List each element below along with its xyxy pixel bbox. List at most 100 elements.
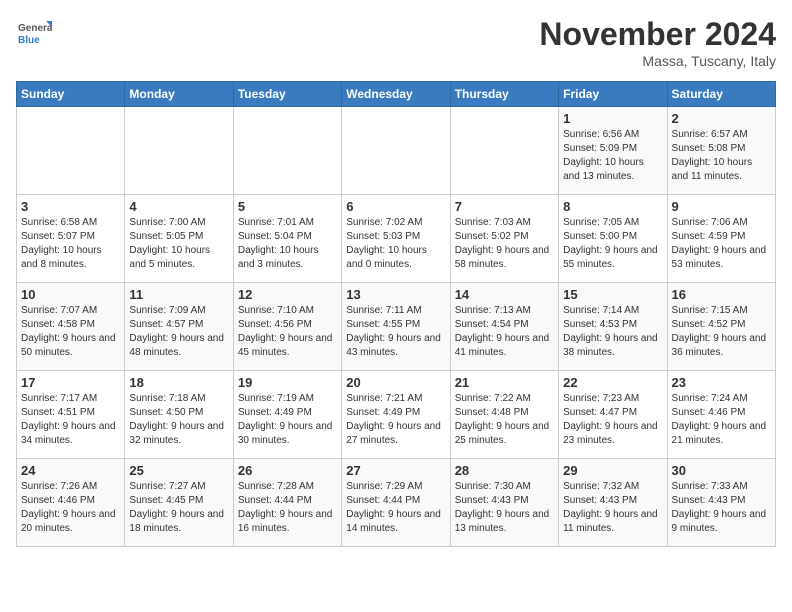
day-info: Sunrise: 7:07 AM Sunset: 4:58 PM Dayligh… (21, 304, 120, 360)
calendar-cell: 2 Sunrise: 6:57 AM Sunset: 5:08 PM Daylig… (667, 107, 775, 195)
day-number: 14 (455, 287, 554, 302)
day-number: 27 (346, 463, 445, 478)
day-info: Sunrise: 7:13 AM Sunset: 4:54 PM Dayligh… (455, 304, 554, 360)
day-number: 8 (563, 199, 662, 214)
month-title: November 2024 (539, 16, 776, 53)
calendar-cell: 14 Sunrise: 7:13 AM Sunset: 4:54 PM Dayli… (450, 283, 558, 371)
day-info: Sunrise: 7:30 AM Sunset: 4:43 PM Dayligh… (455, 480, 554, 536)
day-number: 13 (346, 287, 445, 302)
day-info: Sunrise: 6:56 AM Sunset: 5:09 PM Dayligh… (563, 128, 662, 184)
day-number: 9 (672, 199, 771, 214)
day-number: 24 (21, 463, 120, 478)
day-info: Sunrise: 7:06 AM Sunset: 4:59 PM Dayligh… (672, 216, 771, 272)
day-info: Sunrise: 7:15 AM Sunset: 4:52 PM Dayligh… (672, 304, 771, 360)
weekday-header-sunday: Sunday (17, 82, 125, 107)
calendar-cell: 9 Sunrise: 7:06 AM Sunset: 4:59 PM Daylig… (667, 195, 775, 283)
day-number: 12 (238, 287, 337, 302)
day-number: 7 (455, 199, 554, 214)
calendar-cell: 22 Sunrise: 7:23 AM Sunset: 4:47 PM Dayli… (559, 371, 667, 459)
calendar-cell (125, 107, 233, 195)
calendar-table: SundayMondayTuesdayWednesdayThursdayFrid… (16, 81, 776, 547)
page-header: General Blue November 2024 Massa, Tuscan… (16, 16, 776, 69)
day-info: Sunrise: 7:21 AM Sunset: 4:49 PM Dayligh… (346, 392, 445, 448)
calendar-cell: 3 Sunrise: 6:58 AM Sunset: 5:07 PM Daylig… (17, 195, 125, 283)
calendar-week-4: 17 Sunrise: 7:17 AM Sunset: 4:51 PM Dayli… (17, 371, 776, 459)
weekday-header-saturday: Saturday (667, 82, 775, 107)
day-info: Sunrise: 6:58 AM Sunset: 5:07 PM Dayligh… (21, 216, 120, 272)
day-number: 3 (21, 199, 120, 214)
calendar-cell: 17 Sunrise: 7:17 AM Sunset: 4:51 PM Dayli… (17, 371, 125, 459)
weekday-header-row: SundayMondayTuesdayWednesdayThursdayFrid… (17, 82, 776, 107)
day-number: 6 (346, 199, 445, 214)
calendar-cell: 15 Sunrise: 7:14 AM Sunset: 4:53 PM Dayli… (559, 283, 667, 371)
day-info: Sunrise: 7:17 AM Sunset: 4:51 PM Dayligh… (21, 392, 120, 448)
day-number: 1 (563, 111, 662, 126)
calendar-cell: 24 Sunrise: 7:26 AM Sunset: 4:46 PM Dayli… (17, 459, 125, 547)
day-number: 20 (346, 375, 445, 390)
location-subtitle: Massa, Tuscany, Italy (539, 53, 776, 69)
day-number: 19 (238, 375, 337, 390)
calendar-week-1: 1 Sunrise: 6:56 AM Sunset: 5:09 PM Daylig… (17, 107, 776, 195)
day-number: 16 (672, 287, 771, 302)
calendar-cell: 5 Sunrise: 7:01 AM Sunset: 5:04 PM Daylig… (233, 195, 341, 283)
calendar-cell: 12 Sunrise: 7:10 AM Sunset: 4:56 PM Dayli… (233, 283, 341, 371)
day-number: 5 (238, 199, 337, 214)
day-info: Sunrise: 7:33 AM Sunset: 4:43 PM Dayligh… (672, 480, 771, 536)
day-info: Sunrise: 7:10 AM Sunset: 4:56 PM Dayligh… (238, 304, 337, 360)
day-number: 25 (129, 463, 228, 478)
day-info: Sunrise: 7:00 AM Sunset: 5:05 PM Dayligh… (129, 216, 228, 272)
calendar-cell: 28 Sunrise: 7:30 AM Sunset: 4:43 PM Dayli… (450, 459, 558, 547)
calendar-cell: 13 Sunrise: 7:11 AM Sunset: 4:55 PM Dayli… (342, 283, 450, 371)
day-number: 28 (455, 463, 554, 478)
calendar-cell: 6 Sunrise: 7:02 AM Sunset: 5:03 PM Daylig… (342, 195, 450, 283)
day-info: Sunrise: 7:28 AM Sunset: 4:44 PM Dayligh… (238, 480, 337, 536)
day-info: Sunrise: 7:09 AM Sunset: 4:57 PM Dayligh… (129, 304, 228, 360)
calendar-cell: 19Sunrise: 7:19 AM Sunset: 4:49 PM Dayli… (233, 371, 341, 459)
calendar-week-3: 10 Sunrise: 7:07 AM Sunset: 4:58 PM Dayli… (17, 283, 776, 371)
svg-text:General: General (18, 23, 52, 34)
day-info: Sunrise: 7:29 AM Sunset: 4:44 PM Dayligh… (346, 480, 445, 536)
day-info: Sunrise: 7:23 AM Sunset: 4:47 PM Dayligh… (563, 392, 662, 448)
day-info: Sunrise: 7:26 AM Sunset: 4:46 PM Dayligh… (21, 480, 120, 536)
day-info: Sunrise: 7:24 AM Sunset: 4:46 PM Dayligh… (672, 392, 771, 448)
calendar-cell: 23 Sunrise: 7:24 AM Sunset: 4:46 PM Dayli… (667, 371, 775, 459)
calendar-cell: 16 Sunrise: 7:15 AM Sunset: 4:52 PM Dayli… (667, 283, 775, 371)
calendar-cell: 11 Sunrise: 7:09 AM Sunset: 4:57 PM Dayli… (125, 283, 233, 371)
calendar-cell: 7 Sunrise: 7:03 AM Sunset: 5:02 PM Daylig… (450, 195, 558, 283)
calendar-cell: 27 Sunrise: 7:29 AM Sunset: 4:44 PM Dayli… (342, 459, 450, 547)
logo: General Blue (16, 16, 52, 52)
calendar-cell: 25Sunrise: 7:27 AM Sunset: 4:45 PM Dayli… (125, 459, 233, 547)
day-number: 23 (672, 375, 771, 390)
weekday-header-thursday: Thursday (450, 82, 558, 107)
day-info: Sunrise: 7:02 AM Sunset: 5:03 PM Dayligh… (346, 216, 445, 272)
day-number: 2 (672, 111, 771, 126)
day-number: 21 (455, 375, 554, 390)
day-info: Sunrise: 7:11 AM Sunset: 4:55 PM Dayligh… (346, 304, 445, 360)
day-number: 22 (563, 375, 662, 390)
day-number: 10 (21, 287, 120, 302)
day-info: Sunrise: 7:32 AM Sunset: 4:43 PM Dayligh… (563, 480, 662, 536)
calendar-cell: 8Sunrise: 7:05 AM Sunset: 5:00 PM Daylig… (559, 195, 667, 283)
calendar-cell: 10 Sunrise: 7:07 AM Sunset: 4:58 PM Dayli… (17, 283, 125, 371)
calendar-cell: 29Sunrise: 7:32 AM Sunset: 4:43 PM Dayli… (559, 459, 667, 547)
day-info: Sunrise: 7:03 AM Sunset: 5:02 PM Dayligh… (455, 216, 554, 272)
day-number: 11 (129, 287, 228, 302)
day-number: 18 (129, 375, 228, 390)
day-number: 17 (21, 375, 120, 390)
calendar-cell: 21 Sunrise: 7:22 AM Sunset: 4:48 PM Dayli… (450, 371, 558, 459)
calendar-cell (233, 107, 341, 195)
day-info: Sunrise: 7:01 AM Sunset: 5:04 PM Dayligh… (238, 216, 337, 272)
calendar-cell: 4Sunrise: 7:00 AM Sunset: 5:05 PM Daylig… (125, 195, 233, 283)
svg-text:Blue: Blue (18, 35, 40, 46)
day-number: 26 (238, 463, 337, 478)
weekday-header-tuesday: Tuesday (233, 82, 341, 107)
day-info: Sunrise: 7:14 AM Sunset: 4:53 PM Dayligh… (563, 304, 662, 360)
calendar-cell: 20 Sunrise: 7:21 AM Sunset: 4:49 PM Dayli… (342, 371, 450, 459)
day-number: 15 (563, 287, 662, 302)
calendar-week-5: 24 Sunrise: 7:26 AM Sunset: 4:46 PM Dayli… (17, 459, 776, 547)
logo-svg: General Blue (16, 16, 52, 52)
day-info: Sunrise: 7:22 AM Sunset: 4:48 PM Dayligh… (455, 392, 554, 448)
day-info: Sunrise: 6:57 AM Sunset: 5:08 PM Dayligh… (672, 128, 771, 184)
calendar-cell: 30Sunrise: 7:33 AM Sunset: 4:43 PM Dayli… (667, 459, 775, 547)
calendar-cell (17, 107, 125, 195)
